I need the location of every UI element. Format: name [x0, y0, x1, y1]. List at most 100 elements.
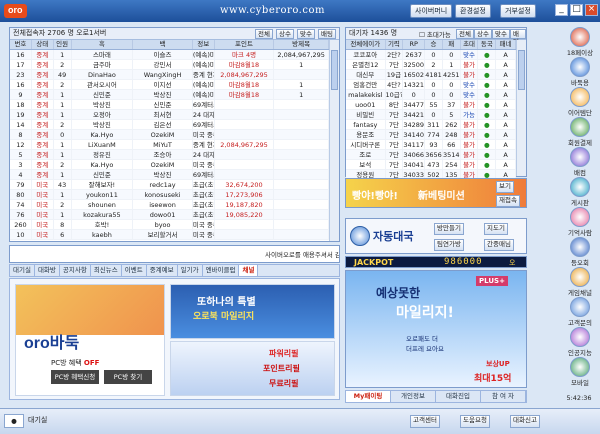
sidebar-item-2[interactable]: 이어템단: [563, 87, 597, 117]
waiting-list-scrollbar[interactable]: [516, 40, 526, 176]
betting-mission-banner[interactable]: 빵야!빵야! 新베팅미션 보기 재접속: [345, 178, 527, 208]
right-tab-2[interactable]: 대화진입: [436, 391, 481, 402]
sidebar-item-4[interactable]: 배컴: [563, 147, 597, 177]
wcol-rank[interactable]: 기력: [386, 40, 404, 49]
list-item[interactable]: 코코포아 2단? 2637 0 0 맞수 ● A: [346, 50, 517, 60]
wcol-panel[interactable]: 패네: [496, 40, 517, 49]
tab-0[interactable]: 대기실: [10, 265, 35, 276]
table-row[interactable]: 16중계1스마래이슬즈(예속)마자리그마크 4명2,084,967,295: [10, 50, 329, 60]
table-row[interactable]: 16중계2관서오시어이지선(예속)마자리그마감8월181: [10, 80, 329, 90]
tab-6[interactable]: 일기가: [178, 265, 203, 276]
sidebar-item-6[interactable]: 기억사람: [563, 207, 597, 237]
col-point[interactable]: 포인트: [215, 40, 275, 49]
table-row[interactable]: 4중계1신민준박상진69계터스배 결승 1국: [10, 170, 329, 180]
settings-button[interactable]: 환경설정: [455, 4, 491, 18]
list-item[interactable]: 은별천12 7단 32500 2 1 불가 ● A: [346, 60, 517, 70]
tab-3[interactable]: 최신뉴스: [91, 265, 122, 276]
wcol-win[interactable]: 승: [425, 40, 443, 49]
game-list-scrollbar[interactable]: [329, 40, 339, 241]
waiting-filter-bet[interactable]: 배팅: [510, 29, 526, 46]
block-settings-button[interactable]: 거부설정: [500, 4, 536, 18]
table-row[interactable]: 80미국1youkon11konosuseki초급(초당)17,273,906: [10, 190, 329, 200]
filter-even-button[interactable]: 맞수: [297, 29, 315, 39]
mileage-ad[interactable]: 또하나의 특별 오로북 마일리지: [170, 284, 335, 339]
list-item[interactable]: 시디버구론 7단 34117 93 66 불가 ● A: [346, 140, 517, 150]
tab-2[interactable]: 공지사항: [60, 265, 91, 276]
chat-input[interactable]: [10, 246, 260, 262]
sidebar-item-7[interactable]: 등오회: [563, 237, 597, 267]
tab-8[interactable]: 채널: [239, 265, 259, 276]
waiting-filter-all[interactable]: 전체: [456, 29, 474, 39]
auto-match-title[interactable]: 자동대국: [373, 228, 413, 244]
table-row[interactable]: 3중계2Ka.HyoOzekiM미국 중류: [10, 160, 329, 170]
wcol-name[interactable]: 전체에이가: [346, 40, 386, 49]
col-white[interactable]: 백: [133, 40, 193, 49]
banner-view-button[interactable]: 보기: [496, 181, 514, 193]
sidebar-item-9[interactable]: 고객문의: [563, 297, 597, 327]
team-room-button[interactable]: 팀연가방: [434, 239, 464, 251]
col-count[interactable]: 인원: [54, 40, 72, 49]
table-row[interactable]: 260미국8호박!byoo미국 중류: [10, 220, 329, 230]
waiting-filter-even[interactable]: 맞수: [492, 29, 510, 39]
mileage-promo[interactable]: 예상못한 마일리지! PLUS+ 오로패도 더 더프레 요아요 보상UP 최대1…: [345, 270, 527, 388]
filter-high-button[interactable]: 상수: [276, 29, 294, 39]
filter-bet-button[interactable]: 배팅: [318, 29, 336, 39]
refill-ad[interactable]: 파워리필 포인트리필 무료리필: [170, 341, 335, 396]
table-row[interactable]: 14중계2박상진김은선69계터스배 결승 1국: [10, 120, 329, 130]
sidebar-item-3[interactable]: 회원결제: [563, 117, 597, 147]
table-row[interactable]: 5중계1정유진조승아24 대자리그 3R36-1: [10, 150, 329, 160]
tab-7[interactable]: 엔바이클럽: [203, 265, 240, 276]
list-item[interactable]: 보석 7단 34041 473 254 불가 ● A: [346, 160, 517, 170]
table-row[interactable]: 12중계1LiXuanMMiYuT중계 현재2,084,967,295: [10, 140, 329, 150]
list-item[interactable]: uoo01 8단 34477 55 37 불가 ● A: [346, 100, 517, 110]
col-info[interactable]: 정보: [193, 40, 215, 49]
list-item[interactable]: 엄홍건만 4단? 14321 0 0 맞수 ● A: [346, 80, 517, 90]
table-row[interactable]: 74미국2shouneniseewon초급(초당)19,187,820: [10, 200, 329, 210]
table-row[interactable]: 79미국43잘해보자!redc1ay초급(초당)32,674,200: [10, 180, 329, 190]
report-button[interactable]: 대화신고: [510, 415, 540, 428]
maximize-icon[interactable]: □: [570, 4, 583, 16]
table-row[interactable]: 23중계49DinaHaoWangXingH중계 현재2,084,967,295: [10, 70, 329, 80]
guide-button[interactable]: 지도기: [484, 223, 508, 235]
create-room-button[interactable]: 방만들기: [434, 223, 464, 235]
close-icon[interactable]: ×: [585, 4, 598, 16]
table-row[interactable]: 76미국1kozakura55dowo01초급(초당)19,085,220: [10, 210, 329, 220]
col-title[interactable]: 방제목: [274, 40, 329, 49]
filter-all-button[interactable]: 전체: [255, 29, 273, 39]
sidebar-item-0[interactable]: 18페이상: [563, 27, 597, 57]
table-row[interactable]: 8중계0Ka.HyoOzekiM미국 중류: [10, 130, 329, 140]
right-tab-3[interactable]: 참 여 자: [481, 391, 526, 402]
table-row[interactable]: 19중계1오정아최서현24 대자리그 3R36-3: [10, 110, 329, 120]
right-tab-0[interactable]: My패이팅: [346, 391, 391, 402]
tab-4[interactable]: 이벤트: [122, 265, 147, 276]
list-item[interactable]: 조로 7단 34066 3656 3514 불가 ● A: [346, 150, 517, 160]
tab-1[interactable]: 대화방: [35, 265, 60, 276]
tab-5[interactable]: 중계예보: [147, 265, 178, 276]
sidebar-item-11[interactable]: 모바일: [563, 357, 597, 387]
sidebar-item-10[interactable]: 인공지능: [563, 327, 597, 357]
minimize-icon[interactable]: _: [555, 4, 568, 16]
user-status[interactable]: ●: [4, 414, 24, 428]
wcol-loss[interactable]: 패: [443, 40, 461, 49]
list-item[interactable]: fantasy 7단 34289 311 262 불가 ● A: [346, 120, 517, 130]
customer-center-button[interactable]: 고객센터: [410, 415, 440, 428]
table-row[interactable]: 17중계2금주마강민서(예속)마자리그마감8월181: [10, 60, 329, 70]
list-item[interactable]: 용문조 7단 34140 774 248 불가 ● A: [346, 130, 517, 140]
table-row[interactable]: 10미국6kaebh보리할거서미국 중류: [10, 230, 329, 240]
wcol-invite[interactable]: 초대: [461, 40, 479, 49]
pcbang-apply-button[interactable]: PC방 혜택신청: [51, 370, 99, 384]
wcol-rp[interactable]: RP: [403, 40, 426, 49]
sidebar-item-5[interactable]: 게시판: [563, 177, 597, 207]
invite-checkbox[interactable]: ☐ 초대가능: [419, 29, 451, 39]
sidebar-item-1[interactable]: 바둑용: [563, 57, 597, 87]
cybermoney-button[interactable]: 사이버머니: [410, 4, 453, 18]
manager-button[interactable]: 간중매님: [484, 239, 514, 251]
help-button[interactable]: 도움요청: [460, 415, 490, 428]
pcbang-ad[interactable]: oro바둑 PC방 혜택 OFF PC방 혜택신청 PC방 찾기: [15, 284, 165, 396]
table-row[interactable]: 9중계1신민준박상진(예속)마자리그마감8월181: [10, 90, 329, 100]
wcol-same[interactable]: 동국: [478, 40, 497, 49]
sidebar-item-8[interactable]: 게임채널: [563, 267, 597, 297]
col-black[interactable]: 흑: [72, 40, 134, 49]
col-state[interactable]: 상태: [32, 40, 54, 49]
list-item[interactable]: 대신부 19급 16502 4181 4251 불가 ● A: [346, 70, 517, 80]
